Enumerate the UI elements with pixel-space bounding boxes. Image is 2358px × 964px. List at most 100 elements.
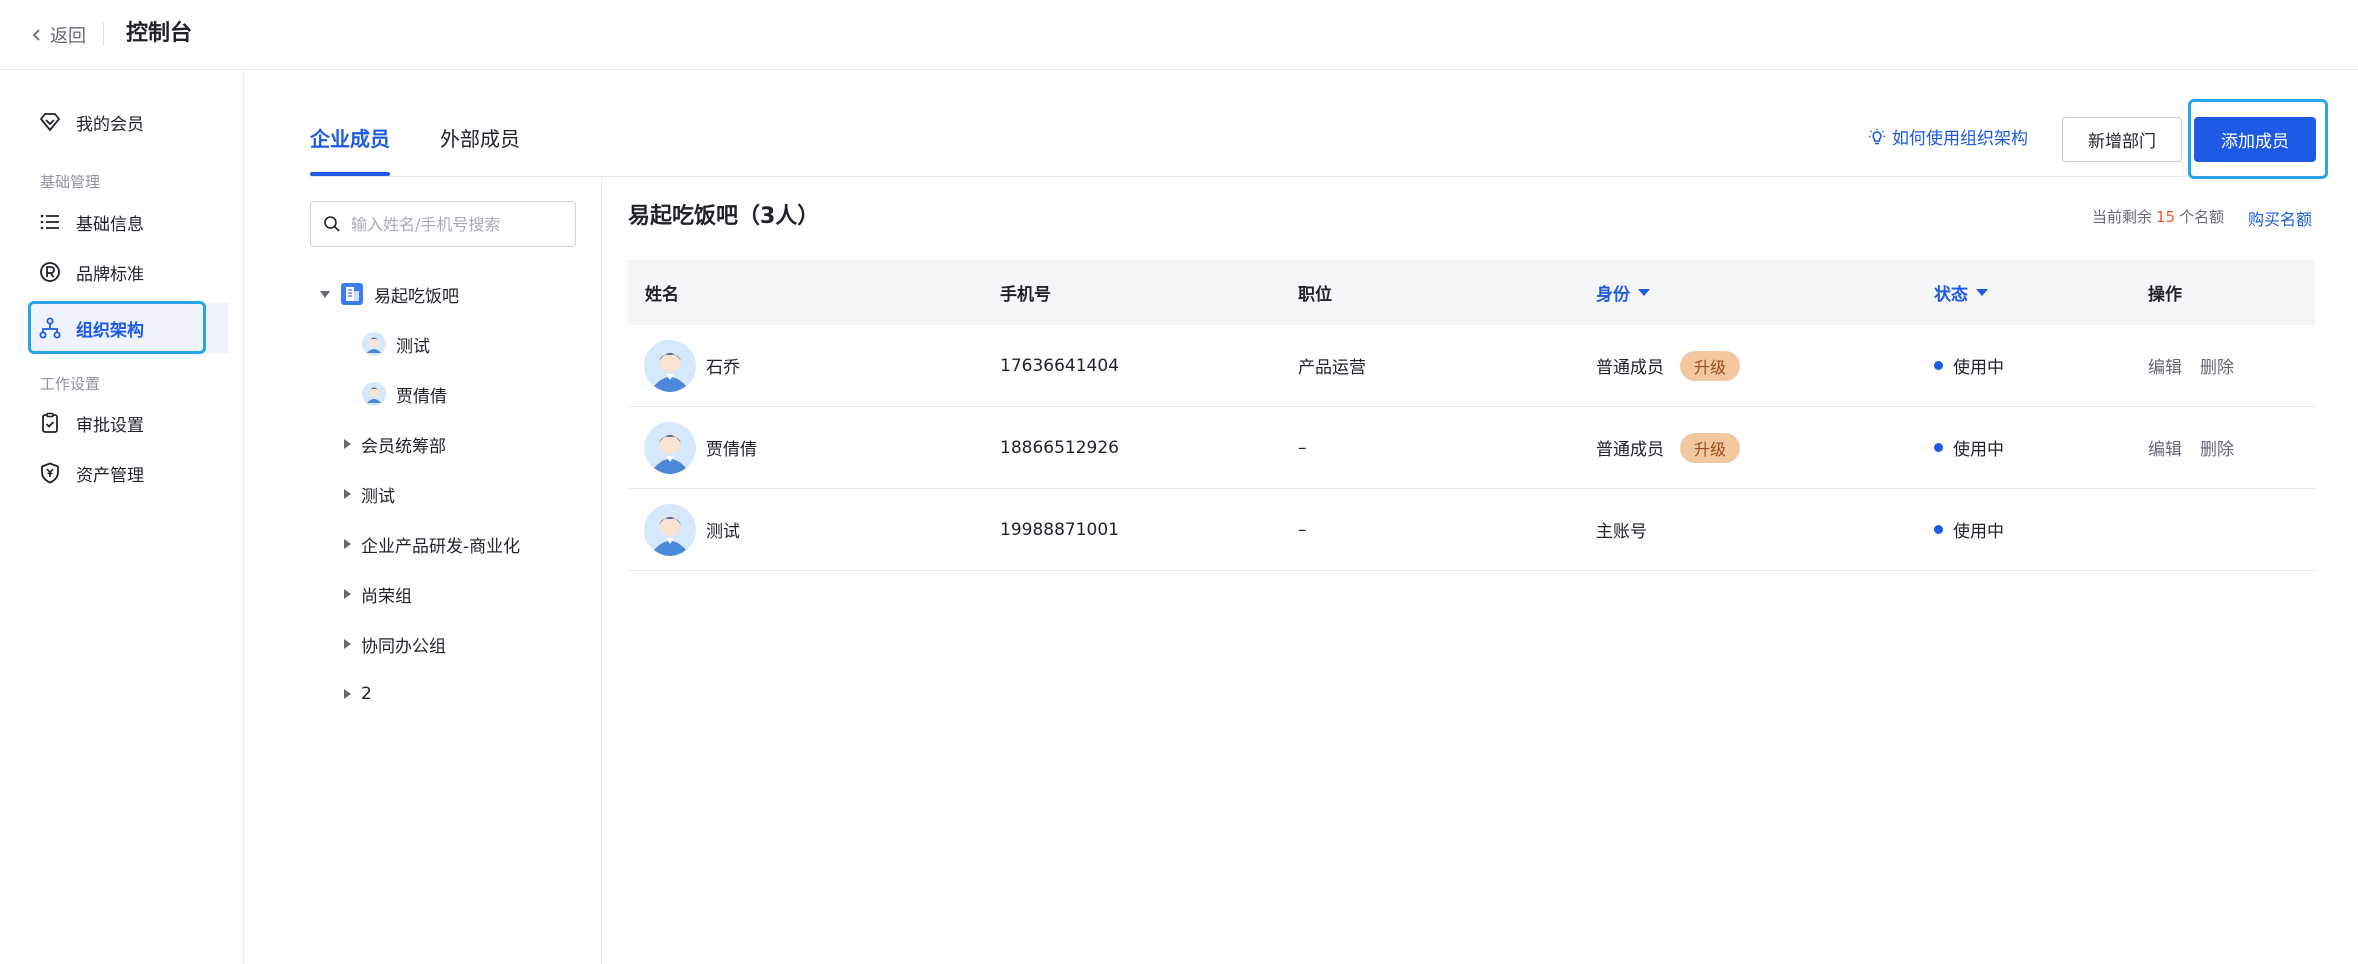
highlight-box-org-structure [28, 301, 206, 354]
status-dot [1934, 443, 1943, 452]
sidebar: 我的会员 基础管理 基础信息 品牌标准 组织架构 工作设置 审批设置 资产管理 [0, 71, 244, 964]
tree-department-node[interactable]: 会员统筹部 [344, 427, 446, 461]
page-title: 控制台 [126, 21, 193, 46]
registered-icon [40, 262, 60, 282]
header-status-label: 状态 [1934, 285, 1968, 305]
company-icon [341, 283, 363, 305]
cell-name: 石乔 [644, 325, 740, 406]
sidebar-group-basic: 基础管理 [40, 173, 101, 191]
caret-right-icon [344, 639, 351, 649]
sidebar-group-work: 工作设置 [40, 375, 101, 393]
upgrade-badge[interactable]: 升级 [1680, 432, 1740, 463]
tree-member-label: 测试 [396, 336, 430, 357]
department-title: 易起吃饭吧（3人） [628, 204, 820, 229]
status-dot [1934, 525, 1943, 534]
app-page: 返回 控制台 我的会员 基础管理 基础信息 品牌标准 组织架构 工作设置 审批设… [0, 0, 2358, 964]
sidebar-item-label: 审批设置 [76, 415, 144, 436]
caret-right-icon [344, 539, 351, 549]
header-role-label: 身份 [1596, 285, 1630, 305]
edit-button[interactable]: 编辑 [2148, 353, 2182, 378]
cell-status: 使用中 [1934, 325, 2004, 406]
header-position: 职位 [1298, 285, 1332, 305]
delete-button[interactable]: 删除 [2200, 435, 2234, 460]
sidebar-item-assets[interactable]: 资产管理 [28, 448, 228, 498]
upgrade-badge[interactable]: 升级 [1680, 350, 1740, 381]
buy-quota-link[interactable]: 购买名额 [2248, 206, 2312, 230]
member-name: 石乔 [706, 358, 740, 378]
tree-department-node[interactable]: 2 [344, 677, 372, 711]
role-label: 主账号 [1596, 522, 1647, 542]
member-avatar-icon [362, 332, 386, 356]
sidebar-item-label: 我的会员 [76, 114, 144, 135]
cell-position: 产品运营 [1298, 358, 1366, 378]
tab-enterprise-members[interactable]: 企业成员 [310, 122, 390, 156]
tree-member-node[interactable]: 贾倩倩 [362, 377, 447, 411]
cell-position: – [1298, 437, 1307, 458]
sidebar-item-basic-info[interactable]: 基础信息 [28, 197, 228, 247]
sidebar-item-membership[interactable]: 我的会员 [28, 97, 228, 147]
member-avatar-icon [362, 382, 386, 406]
role-label: 普通成员 [1596, 358, 1664, 378]
search-input[interactable] [351, 214, 561, 234]
member-name: 贾倩倩 [706, 440, 757, 460]
diamond-icon [40, 113, 60, 131]
search-icon [324, 216, 340, 232]
header-status-sort[interactable]: 状态 [1934, 260, 1988, 325]
sidebar-item-label: 基础信息 [76, 214, 144, 235]
caret-right-icon [344, 589, 351, 599]
cell-name: 测试 [644, 489, 740, 570]
lightbulb-icon [1869, 128, 1885, 144]
member-search [310, 201, 576, 247]
yen-shield-icon [41, 462, 59, 484]
sort-down-icon [1638, 289, 1650, 296]
status-label: 使用中 [1953, 358, 2004, 378]
cell-phone: 18866512926 [1000, 437, 1119, 458]
tab-external-members[interactable]: 外部成员 [440, 122, 520, 156]
cell-role: 普通成员 升级 [1596, 407, 1740, 488]
highlight-box-add-member [2188, 99, 2328, 179]
back-label: 返回 [50, 26, 86, 47]
status-label: 使用中 [1953, 522, 2004, 542]
tree-department-label: 会员统筹部 [361, 436, 446, 457]
edit-button[interactable]: 编辑 [2148, 435, 2182, 460]
status-label: 使用中 [1953, 440, 2004, 460]
top-divider [103, 22, 104, 46]
top-bar: 返回 控制台 [0, 0, 2358, 70]
role-label: 普通成员 [1596, 440, 1664, 460]
tree-department-node[interactable]: 企业产品研发-商业化 [344, 527, 520, 561]
tree-department-node[interactable]: 测试 [344, 477, 395, 511]
sidebar-item-brand[interactable]: 品牌标准 [28, 247, 228, 297]
avatar [644, 421, 696, 474]
help-org-structure-link[interactable]: 如何使用组织架构 [1868, 124, 2028, 149]
tree-department-node[interactable]: 协同办公组 [344, 627, 446, 661]
avatar [644, 503, 696, 556]
tree-root-label: 易起吃饭吧 [374, 286, 459, 307]
cell-status: 使用中 [1934, 489, 2004, 570]
tree-root-node[interactable]: 易起吃饭吧 [320, 277, 459, 311]
delete-button[interactable]: 删除 [2200, 353, 2234, 378]
cell-name: 贾倩倩 [644, 407, 757, 488]
cell-status: 使用中 [1934, 407, 2004, 488]
sort-down-icon [1976, 289, 1988, 296]
avatar [644, 339, 696, 392]
sidebar-item-approval[interactable]: 审批设置 [28, 398, 228, 448]
quota-suffix: 个名额 [2179, 208, 2225, 226]
help-link-label: 如何使用组织架构 [1892, 129, 2028, 149]
tree-department-label: 企业产品研发-商业化 [361, 536, 521, 557]
header-role-sort[interactable]: 身份 [1596, 260, 1650, 325]
tree-department-label: 尚荣组 [361, 586, 412, 607]
back-button[interactable]: 返回 [30, 21, 86, 49]
cell-position: – [1298, 519, 1307, 540]
status-dot [1934, 361, 1943, 370]
tree-department-node[interactable]: 尚荣组 [344, 577, 412, 611]
tabs-divider [310, 176, 2315, 177]
header-phone: 手机号 [1000, 285, 1051, 305]
caret-right-icon [344, 489, 351, 499]
tree-member-node[interactable]: 测试 [362, 327, 430, 361]
new-department-button[interactable]: 新增部门 [2062, 117, 2182, 162]
sidebar-item-label: 品牌标准 [76, 264, 144, 285]
cell-ops: 编辑 删除 [2148, 407, 2234, 488]
quota-info: 当前剩余 15 个名额 [2092, 206, 2224, 227]
tree-department-label: 2 [361, 684, 372, 704]
sidebar-item-label: 资产管理 [76, 465, 144, 486]
